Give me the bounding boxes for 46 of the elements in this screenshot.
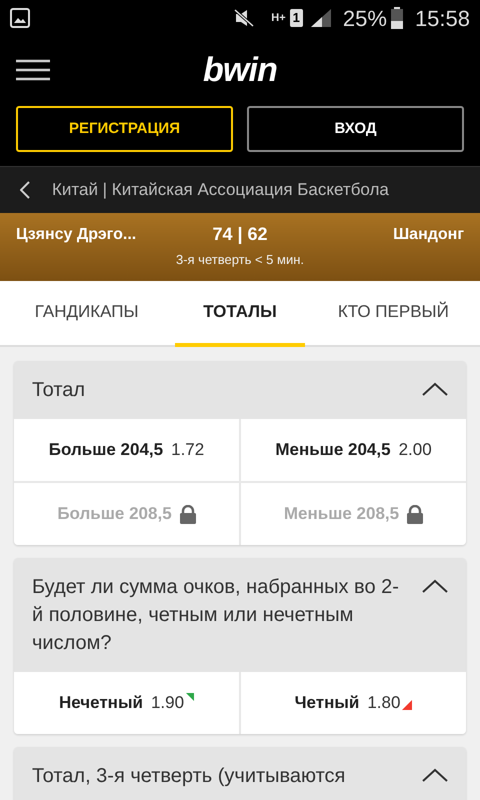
market-tab[interactable]: КТО ПЕРВЫЙ xyxy=(328,281,458,347)
chevron-up-icon[interactable] xyxy=(422,768,448,782)
back-icon[interactable] xyxy=(20,181,30,199)
selection-label: Меньше 208,5 xyxy=(284,503,400,526)
selection-label: Больше 208,5 xyxy=(57,503,172,526)
market-header[interactable]: Будет ли сумма очков, набранных во 2-й половине, четным или нечетным числом? xyxy=(14,558,466,672)
menu-icon[interactable] xyxy=(16,59,50,81)
odds-button[interactable]: Меньше 204,5 2.00 xyxy=(241,419,466,481)
network-type: H+ xyxy=(271,12,286,24)
market-header[interactable]: Тотал, 3-я четверть (учитываются xyxy=(14,747,466,800)
market-title: Тотал, 3-я четверть (учитываются xyxy=(32,764,346,789)
selection-label: Четный xyxy=(294,692,360,714)
register-button[interactable]: РЕГИСТРАЦИЯ xyxy=(16,106,233,152)
image-icon xyxy=(10,8,30,28)
selection-label: Нечетный xyxy=(58,692,143,714)
market-title: Будет ли сумма очков, набранных во 2-й половине, четным или нечетным числом? xyxy=(32,575,400,656)
away-team: Шандонг xyxy=(392,224,464,244)
odds-value: 1.80 xyxy=(367,692,400,714)
odds-value: 1.72 xyxy=(171,439,204,462)
breadcrumb-text[interactable]: Китай | Китайская Ассоциация Баскетбола xyxy=(52,177,389,203)
chevron-up-icon[interactable] xyxy=(422,382,448,396)
odds-value: 2.00 xyxy=(398,439,432,462)
clock: 15:58 xyxy=(414,4,470,32)
market-tab[interactable]: ГАНДИКАПЫ xyxy=(22,281,152,347)
match-period: 3-я четверть < 5 мин. xyxy=(176,251,304,269)
odds-button[interactable]: Нечетный 1.90 xyxy=(14,672,239,734)
bwin-logo[interactable]: bwin xyxy=(202,44,278,96)
home-team: Цзянсу Дрэго... xyxy=(16,224,138,244)
market-title: Тотал xyxy=(32,378,86,403)
login-button[interactable]: ВХОД xyxy=(247,106,464,152)
odds-button[interactable]: Больше 204,5 1.72 xyxy=(14,419,239,481)
battery-icon xyxy=(390,7,403,29)
market-header[interactable]: Тотал xyxy=(14,361,466,419)
selection-label: Больше 204,5 xyxy=(48,439,164,462)
odds-button[interactable]: Четный 1.80 xyxy=(241,672,466,734)
sim-indicator: 1 xyxy=(290,9,303,27)
signal-icon xyxy=(310,9,331,27)
odds-value: 1.90 xyxy=(150,692,184,714)
selection-label: Меньше 204,5 xyxy=(275,439,391,462)
battery-percent: 25% xyxy=(342,4,387,32)
market-tab[interactable]: ТОТАЛЫ xyxy=(175,281,305,347)
lock-icon xyxy=(407,504,424,524)
mute-icon xyxy=(233,8,256,28)
score: 74 | 62 xyxy=(212,223,268,246)
lock-icon xyxy=(180,504,196,524)
chevron-up-icon[interactable] xyxy=(422,579,448,593)
